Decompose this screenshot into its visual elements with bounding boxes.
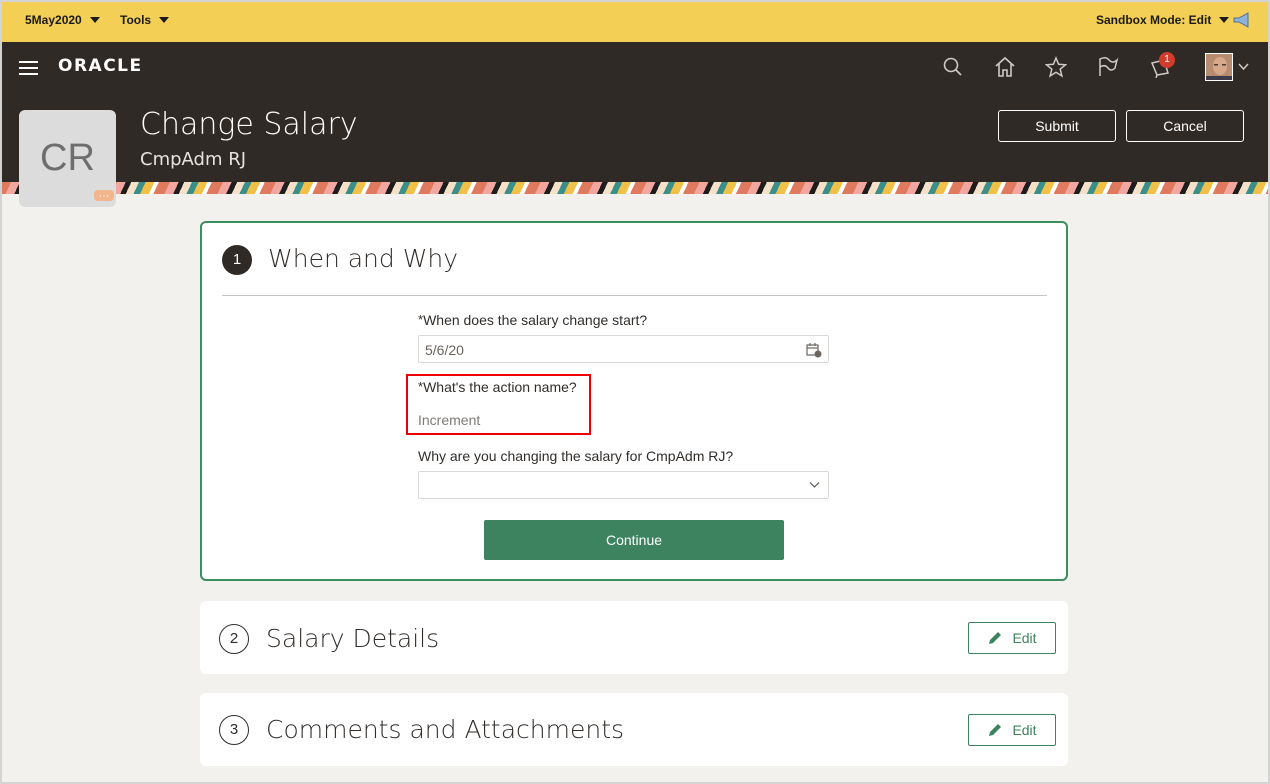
sandbox-mode-label: Sandbox Mode: Edit bbox=[1096, 13, 1212, 27]
sandbox-mode-menu[interactable]: Sandbox Mode: Edit bbox=[1096, 13, 1230, 27]
submit-button[interactable]: Submit bbox=[998, 110, 1116, 142]
edit-label: Edit bbox=[1012, 630, 1037, 646]
reason-select[interactable] bbox=[418, 471, 829, 499]
action-name-value[interactable]: Increment bbox=[418, 412, 480, 428]
page-title: Change Salary bbox=[140, 107, 358, 142]
oracle-logo[interactable]: ORACLE bbox=[58, 56, 143, 76]
chevron-down-icon bbox=[809, 482, 820, 488]
chevron-down-icon[interactable] bbox=[1238, 62, 1249, 71]
megaphone-icon[interactable] bbox=[1233, 12, 1251, 28]
caret-down-icon bbox=[89, 17, 100, 23]
cancel-button[interactable]: Cancel bbox=[1126, 110, 1244, 142]
start-date-field[interactable]: 5/6/20 bbox=[418, 335, 829, 363]
step-title: When and Why bbox=[268, 244, 459, 273]
date-menu[interactable]: 5May2020 bbox=[25, 13, 100, 27]
edit-salary-details-button[interactable]: Edit bbox=[968, 622, 1056, 654]
date-label: 5May2020 bbox=[25, 13, 82, 27]
pencil-icon bbox=[989, 724, 1002, 736]
step-salary-details: 2 Salary Details Edit bbox=[200, 601, 1068, 674]
caret-down-icon bbox=[159, 17, 170, 23]
action-name-label: *What's the action name? bbox=[418, 379, 577, 395]
step-title: Salary Details bbox=[266, 624, 440, 653]
page-subtitle: CmpAdm RJ bbox=[140, 149, 247, 170]
step-number: 3 bbox=[219, 715, 249, 745]
menu-icon[interactable] bbox=[19, 61, 38, 75]
sandbox-bar: 5May2020 Tools Sandbox Mode: Edit bbox=[0, 0, 1270, 42]
search-icon[interactable] bbox=[942, 56, 964, 78]
home-icon[interactable] bbox=[994, 56, 1016, 78]
notification-badge: 1 bbox=[1159, 52, 1175, 68]
caret-down-icon bbox=[1219, 17, 1230, 23]
star-icon[interactable] bbox=[1045, 56, 1067, 78]
pencil-icon bbox=[989, 632, 1002, 644]
tools-label: Tools bbox=[120, 13, 152, 27]
avatar[interactable] bbox=[1205, 53, 1233, 81]
user-photo bbox=[1206, 54, 1232, 80]
start-date-label: *When does the salary change start? bbox=[418, 312, 648, 328]
step-number: 2 bbox=[219, 624, 249, 654]
step-number: 1 bbox=[222, 245, 252, 275]
step-comments-and-attachments: 3 Comments and Attachments Edit bbox=[200, 693, 1068, 766]
continue-button[interactable]: Continue bbox=[484, 520, 784, 560]
tools-menu[interactable]: Tools bbox=[120, 13, 170, 27]
step-title: Comments and Attachments bbox=[266, 715, 625, 744]
divider bbox=[222, 295, 1047, 296]
step-when-and-why: 1 When and Why *When does the salary cha… bbox=[200, 221, 1068, 581]
header-pattern bbox=[0, 182, 1270, 194]
start-date-value: 5/6/20 bbox=[425, 342, 464, 358]
edit-comments-button[interactable]: Edit bbox=[968, 714, 1056, 746]
edit-label: Edit bbox=[1012, 722, 1037, 738]
flag-icon[interactable] bbox=[1097, 56, 1119, 78]
calendar-icon[interactable] bbox=[806, 342, 822, 358]
reason-label: Why are you changing the salary for CmpA… bbox=[418, 448, 734, 464]
more-options-icon[interactable]: ··· bbox=[94, 190, 114, 201]
